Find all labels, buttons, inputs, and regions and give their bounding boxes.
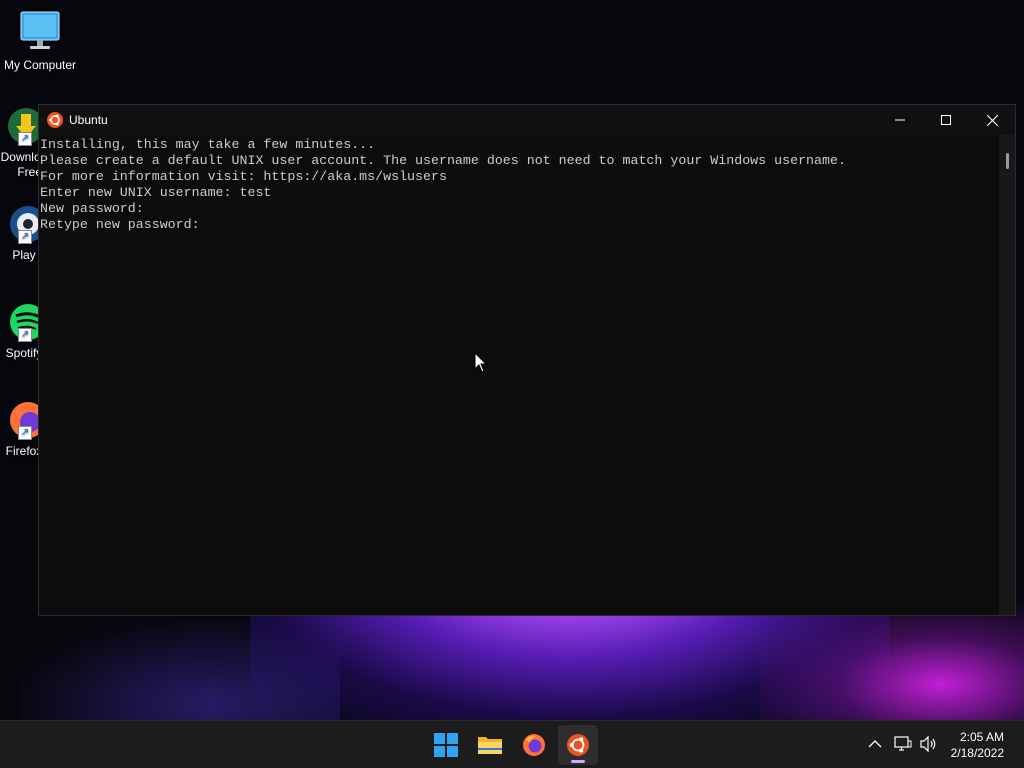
ubuntu-icon — [47, 112, 63, 128]
windows-logo-icon — [434, 733, 458, 757]
terminal-line: For more information visit: https://aka.… — [40, 169, 447, 184]
volume-button[interactable] — [918, 733, 940, 755]
active-indicator — [571, 760, 585, 763]
close-icon — [986, 114, 998, 126]
terminal-output[interactable]: Installing, this may take a few minutes.… — [39, 135, 999, 615]
mouse-cursor-icon — [474, 351, 488, 374]
speaker-icon — [920, 736, 936, 752]
taskbar-file-explorer[interactable] — [470, 725, 510, 765]
terminal-line: Retype new password: — [40, 217, 200, 232]
ubuntu-icon — [567, 734, 589, 756]
taskbar: 2:05 AM 2/18/2022 — [0, 720, 1024, 768]
monitor-icon — [18, 10, 62, 54]
close-button[interactable] — [969, 105, 1015, 135]
minimize-button[interactable] — [877, 105, 923, 135]
terminal-line: Enter new UNIX username: test — [40, 185, 272, 200]
taskbar-clock[interactable]: 2:05 AM 2/18/2022 — [951, 729, 1004, 761]
show-hidden-icons-button[interactable] — [864, 733, 886, 755]
firefox-icon — [523, 734, 545, 756]
maximize-button[interactable] — [923, 105, 969, 135]
ubuntu-terminal-window[interactable]: Ubuntu Installing, this may take a few m… — [38, 104, 1016, 616]
window-title: Ubuntu — [69, 113, 108, 127]
terminal-line: New password: — [40, 201, 144, 216]
maximize-icon — [941, 115, 951, 125]
shortcut-arrow-icon: ↗ — [18, 426, 32, 440]
desktop-icon-my-computer[interactable]: My Computer — [0, 10, 80, 73]
desktop: My Computer ↗ Download Free C ↗ Play ↗ S… — [0, 0, 1024, 720]
shortcut-arrow-icon: ↗ — [18, 328, 32, 342]
shortcut-arrow-icon: ↗ — [18, 230, 32, 244]
terminal-line: Please create a default UNIX user accoun… — [40, 153, 846, 168]
chevron-up-icon — [868, 740, 882, 748]
clock-time: 2:05 AM — [959, 730, 1004, 744]
shortcut-arrow-icon: ↗ — [18, 132, 32, 146]
wallpaper-glow-left — [20, 620, 340, 720]
taskbar-firefox[interactable] — [514, 725, 554, 765]
scrollbar-thumb[interactable] — [1006, 153, 1009, 169]
scrollbar[interactable] — [999, 135, 1015, 615]
terminal-line: Installing, this may take a few minutes.… — [40, 137, 376, 152]
wallpaper-glow-right — [760, 600, 1024, 720]
start-button[interactable] — [426, 725, 466, 765]
minimize-icon — [895, 119, 905, 121]
taskbar-ubuntu[interactable] — [558, 725, 598, 765]
title-bar[interactable]: Ubuntu — [39, 105, 1015, 135]
desktop-icon-label: My Computer — [3, 58, 77, 72]
folder-icon — [478, 737, 502, 754]
network-icon — [894, 736, 912, 751]
clock-date: 2/18/2022 — [950, 746, 1004, 760]
network-button[interactable] — [892, 733, 914, 755]
